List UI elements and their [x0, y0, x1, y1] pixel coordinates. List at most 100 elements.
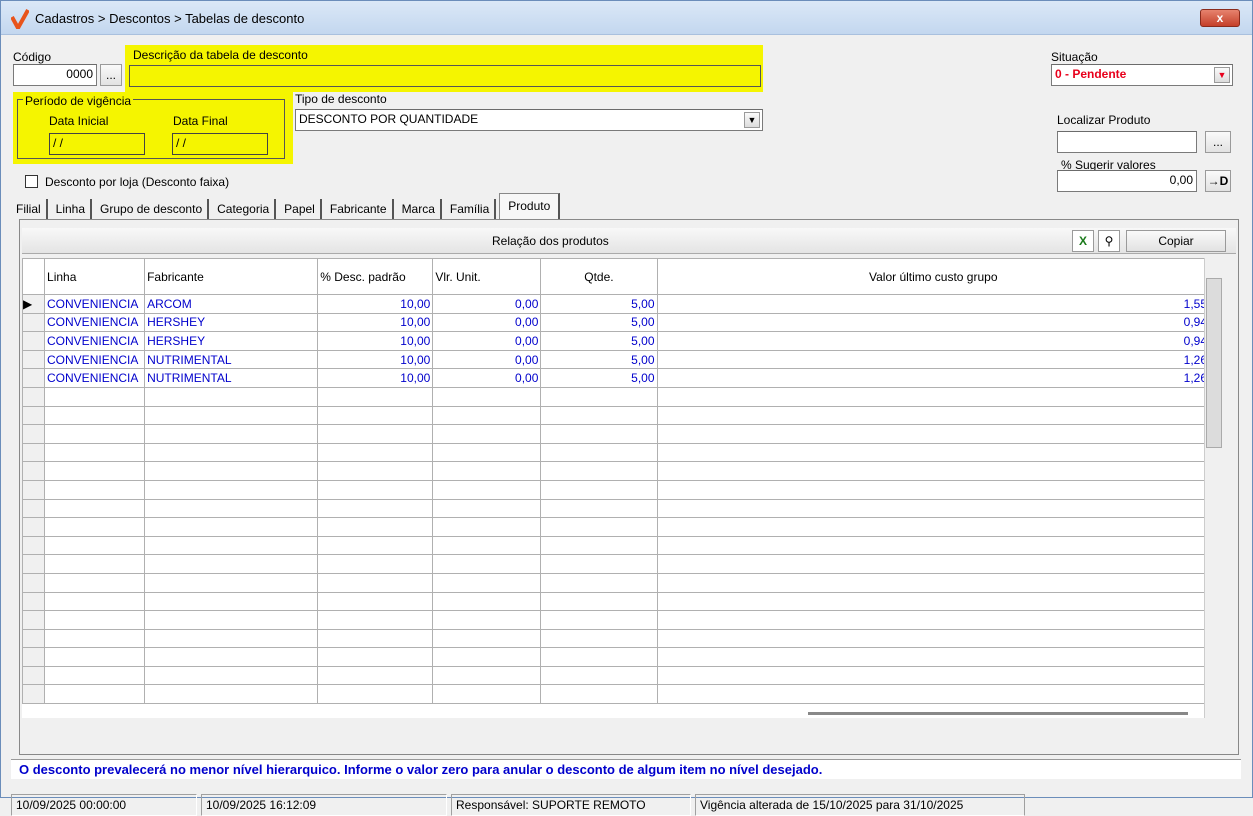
col-valor-ultimo-custo[interactable]: Valor último custo grupo	[656, 258, 1210, 295]
tab-familia[interactable]: Família	[445, 199, 497, 219]
table-cell[interactable]	[656, 684, 1210, 705]
table-cell[interactable]	[144, 535, 319, 556]
col-vlr-unit[interactable]: Vlr. Unit.	[432, 258, 542, 295]
table-cell[interactable]	[44, 424, 146, 444]
table-cell[interactable]	[317, 647, 434, 667]
tab-filial[interactable]: Filial	[11, 199, 48, 219]
horizontal-scrollbar[interactable]	[808, 712, 1188, 715]
sugerir-field[interactable]: 0,00	[1057, 170, 1197, 192]
table-cell[interactable]	[656, 665, 1210, 686]
table-row[interactable]: CONVENIENCIA NUTRIMENTAL 10,00 0,00 5,00 1,26	[22, 368, 1210, 388]
table-cell[interactable]: CONVENIENCIA	[44, 312, 146, 333]
table-cell[interactable]	[540, 517, 658, 537]
table-cell[interactable]	[317, 572, 434, 593]
table-cell[interactable]	[432, 535, 542, 556]
table-cell[interactable]: 0,00	[432, 368, 542, 388]
table-cell[interactable]	[540, 665, 658, 686]
tab-categoria[interactable]: Categoria	[212, 199, 277, 219]
table-cell[interactable]	[656, 498, 1210, 519]
tab-grupo-desconto[interactable]: Grupo de desconto	[95, 199, 210, 219]
table-cell[interactable]: 0,00	[432, 312, 542, 333]
table-cell[interactable]	[144, 498, 319, 519]
table-cell[interactable]	[656, 479, 1210, 500]
table-row[interactable]: CONVENIENCIA HERSHEY 10,00 0,00 5,00 0,94	[22, 331, 1210, 351]
table-cell[interactable]: 5,00	[540, 312, 658, 333]
table-cell[interactable]	[44, 535, 146, 556]
data-inicial-field[interactable]: / /	[49, 133, 145, 155]
table-cell[interactable]	[656, 591, 1210, 612]
excel-export-icon[interactable]: X	[1072, 230, 1094, 252]
localizar-field[interactable]	[1057, 131, 1197, 153]
table-cell[interactable]	[44, 405, 146, 426]
loja-checkbox[interactable]	[25, 175, 38, 188]
table-cell[interactable]	[317, 424, 434, 444]
table-cell[interactable]	[432, 424, 542, 444]
table-cell[interactable]	[432, 647, 542, 667]
table-cell[interactable]	[144, 479, 319, 500]
table-cell[interactable]	[540, 479, 658, 500]
table-cell[interactable]: 10,00	[317, 349, 434, 370]
table-row[interactable]	[22, 479, 1210, 500]
table-cell[interactable]: CONVENIENCIA	[44, 294, 146, 314]
table-cell[interactable]	[44, 591, 146, 612]
table-row[interactable]	[22, 442, 1210, 463]
vertical-scrollbar[interactable]	[1204, 258, 1222, 718]
table-cell[interactable]: 10,00	[317, 331, 434, 351]
table-cell[interactable]: 10,00	[317, 312, 434, 333]
table-cell[interactable]: 1,26	[656, 368, 1210, 388]
table-cell[interactable]	[432, 479, 542, 500]
table-cell[interactable]	[317, 405, 434, 426]
table-row[interactable]	[22, 461, 1210, 481]
localizar-lookup-button[interactable]: ...	[1205, 131, 1231, 153]
table-row[interactable]	[22, 610, 1210, 630]
table-cell[interactable]: HERSHEY	[144, 312, 319, 333]
table-cell[interactable]	[656, 610, 1210, 630]
table-cell[interactable]: CONVENIENCIA	[44, 349, 146, 370]
table-cell[interactable]	[44, 461, 146, 481]
table-cell[interactable]	[144, 628, 319, 649]
table-cell[interactable]	[317, 535, 434, 556]
table-cell[interactable]	[540, 610, 658, 630]
table-cell[interactable]: NUTRIMENTAL	[144, 349, 319, 370]
table-cell[interactable]	[540, 684, 658, 705]
table-cell[interactable]	[540, 554, 658, 574]
table-cell[interactable]	[432, 628, 542, 649]
table-cell[interactable]: NUTRIMENTAL	[144, 368, 319, 388]
table-cell[interactable]	[44, 479, 146, 500]
table-cell[interactable]	[540, 572, 658, 593]
col-linha[interactable]: Linha	[44, 258, 146, 295]
table-cell[interactable]	[432, 386, 542, 407]
table-cell[interactable]	[540, 498, 658, 519]
table-cell[interactable]: 1,55	[656, 294, 1210, 314]
table-cell[interactable]	[432, 665, 542, 686]
table-row[interactable]: CONVENIENCIA HERSHEY 10,00 0,00 5,00 0,94	[22, 312, 1210, 333]
table-row[interactable]	[22, 684, 1210, 705]
table-cell[interactable]	[432, 405, 542, 426]
table-cell[interactable]	[317, 665, 434, 686]
table-row[interactable]	[22, 535, 1210, 556]
table-cell[interactable]	[44, 647, 146, 667]
table-cell[interactable]	[144, 647, 319, 667]
table-cell[interactable]: 5,00	[540, 294, 658, 314]
table-cell[interactable]	[317, 386, 434, 407]
situacao-select[interactable]: 0 - Pendente ▼	[1051, 64, 1233, 86]
codigo-field[interactable]: 0000	[13, 64, 97, 86]
table-cell[interactable]: CONVENIENCIA	[44, 368, 146, 388]
table-cell[interactable]	[317, 591, 434, 612]
table-cell[interactable]	[144, 517, 319, 537]
table-cell[interactable]	[44, 628, 146, 649]
table-cell[interactable]: 5,00	[540, 349, 658, 370]
table-cell[interactable]	[144, 610, 319, 630]
table-cell[interactable]	[656, 424, 1210, 444]
table-row[interactable]	[22, 572, 1210, 593]
copy-button[interactable]: Copiar	[1126, 230, 1226, 252]
data-final-field[interactable]: / /	[172, 133, 268, 155]
table-cell[interactable]	[317, 517, 434, 537]
chevron-down-icon[interactable]: ▼	[1214, 67, 1230, 83]
tab-papel[interactable]: Papel	[279, 199, 322, 219]
table-cell[interactable]	[44, 442, 146, 463]
tipo-select[interactable]: DESCONTO POR QUANTIDADE ▼	[295, 109, 763, 131]
codigo-lookup-button[interactable]: ...	[100, 64, 122, 86]
apply-suggest-icon[interactable]: →D	[1205, 170, 1231, 192]
table-cell[interactable]	[540, 386, 658, 407]
